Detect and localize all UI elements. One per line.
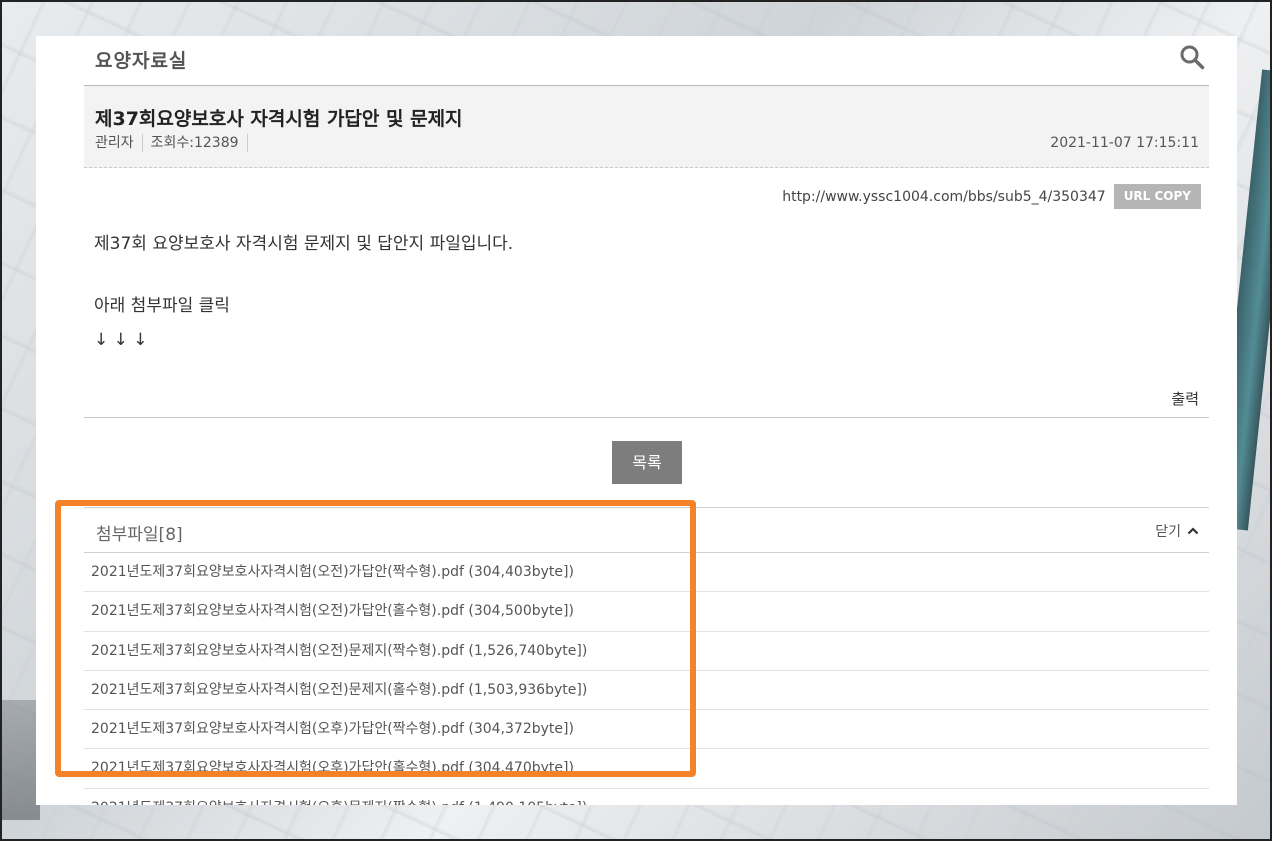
attachments-title: 첨부파일[8]	[96, 525, 183, 545]
attachment-link[interactable]: 2021년도제37회요양보호사자격시험(오전)가답안(짝수형).pdf (304…	[84, 553, 1209, 593]
divider	[84, 417, 1209, 418]
close-label: 닫기	[1155, 524, 1181, 540]
attachments-close-toggle[interactable]: 닫기	[1155, 521, 1199, 541]
url-row: http://www.yssc1004.com/bbs/sub5_4/35034…	[782, 184, 1201, 209]
body-line: 아래 첨부파일 클릭	[94, 296, 230, 316]
board-header: 요양자료실	[84, 36, 1209, 86]
list-button[interactable]: 목록	[612, 441, 682, 484]
attachment-link[interactable]: 2021년도제37회요양보호사자격시험(오후)가답안(짝수형).pdf (304…	[84, 710, 1209, 750]
body-line: ↓ ↓ ↓	[94, 330, 148, 350]
url-copy-button[interactable]: URL COPY	[1113, 184, 1201, 209]
board-title: 요양자료실	[95, 50, 188, 72]
post-title: 제37회요양보호사 자격시험 가답안 및 문제지	[95, 108, 463, 130]
content-panel: 요양자료실 제37회요양보호사 자격시험 가답안 및 문제지 관리자 조회수:1…	[36, 36, 1237, 805]
print-button[interactable]: 출력	[1171, 388, 1199, 409]
attachment-link[interactable]: 2021년도제37회요양보호사자격시험(오후)가답안(홀수형).pdf (304…	[84, 749, 1209, 789]
attachments-header: 첨부파일[8] 닫기	[84, 507, 1209, 553]
attachment-link[interactable]: 2021년도제37회요양보호사자격시험(오후)문제지(짝수형).pdf (1,4…	[84, 789, 1209, 805]
post-header: 제37회요양보호사 자격시험 가답안 및 문제지 관리자 조회수:12389 2…	[84, 86, 1209, 168]
search-icon[interactable]	[1179, 44, 1205, 70]
chevron-up-icon	[1187, 527, 1199, 535]
post-url: http://www.yssc1004.com/bbs/sub5_4/35034…	[782, 188, 1106, 205]
post-views: 조회수:12389	[151, 134, 248, 152]
post-author: 관리자	[95, 134, 143, 152]
attachment-link[interactable]: 2021년도제37회요양보호사자격시험(오전)문제지(홀수형).pdf (1,5…	[84, 671, 1209, 711]
attachment-link[interactable]: 2021년도제37회요양보호사자격시험(오전)문제지(짝수형).pdf (1,5…	[84, 632, 1209, 671]
background-decoration	[0, 700, 40, 820]
post-body: 제37회 요양보호사 자격시험 문제지 및 답안지 파일입니다. 아래 첨부파일…	[94, 232, 1194, 352]
body-line: 제37회 요양보호사 자격시험 문제지 및 답안지 파일입니다.	[94, 234, 514, 254]
attachment-list: 2021년도제37회요양보호사자격시험(오전)가답안(짝수형).pdf (304…	[84, 553, 1209, 805]
attachment-link[interactable]: 2021년도제37회요양보호사자격시험(오전)가답안(홀수형).pdf (304…	[84, 592, 1209, 632]
post-meta: 관리자 조회수:12389	[95, 134, 256, 152]
post-date: 2021-11-07 17:15:11	[1050, 135, 1199, 151]
